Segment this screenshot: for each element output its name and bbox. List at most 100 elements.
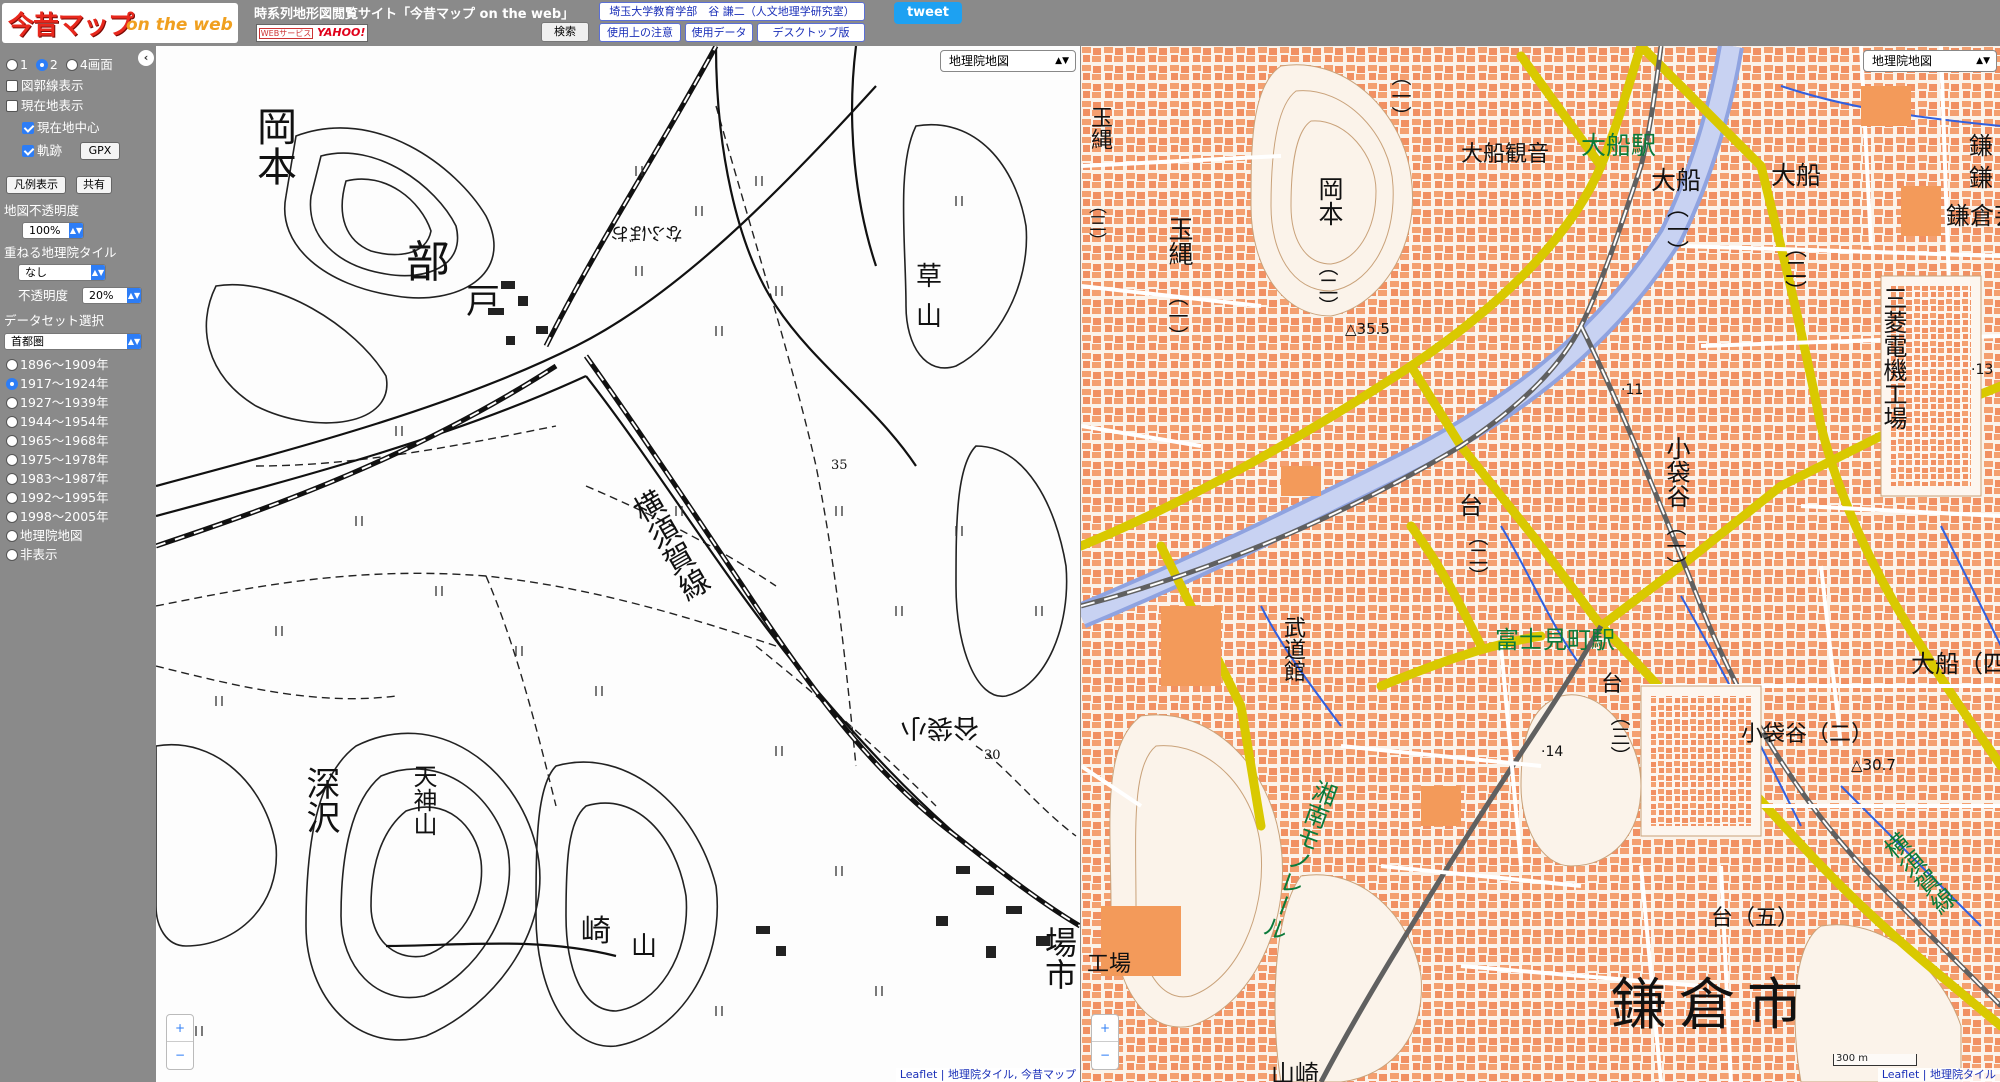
screen-4-label: 4画面 bbox=[79, 57, 113, 72]
period-radio[interactable] bbox=[6, 454, 18, 466]
scale-bar: 300 m bbox=[1833, 1054, 1917, 1066]
chevron-updown-icon: ▲▼ bbox=[69, 223, 83, 238]
period-option-1917[interactable]: 1917～1924年 bbox=[6, 375, 109, 392]
data-link[interactable]: 使用データ bbox=[685, 23, 753, 42]
period-radio[interactable] bbox=[6, 511, 18, 523]
period-radio[interactable] bbox=[6, 473, 18, 485]
gpx-button[interactable]: GPX bbox=[80, 142, 120, 160]
right-layer-select[interactable]: 地理院地図 ▲▼ bbox=[1863, 50, 1997, 72]
period-radio[interactable] bbox=[6, 492, 18, 504]
map-label-kama-1: 鎌 bbox=[1969, 132, 1993, 160]
overlay-tile-value: なし bbox=[25, 266, 47, 279]
dataset-value: 首都圏 bbox=[11, 335, 44, 348]
map-label-elev35: 35 bbox=[831, 458, 848, 473]
map-label-kamakura-city: 鎌倉市 bbox=[1611, 973, 1815, 1038]
screen-4-radio[interactable] bbox=[65, 59, 78, 71]
map-label-kama-2: 鎌 bbox=[1969, 164, 1993, 192]
historical-map-pane[interactable]: 岡本 部 戸 草 山 なふぼお 横須賀線 谷袋小 深沢 天神山 崎 山 場市 3… bbox=[156, 46, 1080, 1082]
map-label-tamanawa-edge: 玉縄 bbox=[1087, 106, 1112, 150]
screen-count-selector: 1 2 4画面 bbox=[6, 56, 113, 73]
yahoo-logo[interactable]: YAHOO! bbox=[317, 26, 365, 39]
right-zoom-out-button[interactable]: − bbox=[1092, 1042, 1118, 1069]
author-link[interactable]: 埼玉大学教育学部 谷 謙二（人文地理学研究室） bbox=[599, 2, 865, 21]
left-zoom-out-button[interactable]: − bbox=[167, 1042, 193, 1069]
period-option-1983[interactable]: 1983～1987年 bbox=[6, 470, 109, 487]
map-label-elev307: △30.7 bbox=[1851, 756, 1896, 774]
map-label-okamoto: 岡本 bbox=[1315, 176, 1344, 226]
search-button[interactable]: 検索 bbox=[541, 22, 589, 42]
map-label-to: 戸 bbox=[466, 282, 500, 322]
map-label-elev14: ·14 bbox=[1541, 744, 1564, 760]
period-radio[interactable] bbox=[6, 359, 18, 371]
sidebar: ‹ 1 2 4画面 図郭線表示 現在地表示 現在地中心 軌跡 GPX 凡例表示 … bbox=[0, 46, 156, 1082]
tweet-button[interactable]: tweet bbox=[894, 2, 962, 24]
map-label-fujimicho-station: 富士見町駅 bbox=[1495, 626, 1615, 654]
map-label-ofuna-2: 大船 bbox=[1771, 161, 1822, 190]
map-label-kobukuroya-2: 小袋谷（二） bbox=[1741, 722, 1874, 747]
map-label-kobukuroya: 小袋谷 bbox=[1662, 436, 1690, 508]
map-label-dai-3: 台 bbox=[1601, 672, 1624, 697]
map-label-okamoto: 岡本 bbox=[250, 106, 296, 186]
left-zoom-in-button[interactable]: + bbox=[167, 1015, 193, 1042]
desktop-version-link[interactable]: デスクトップ版 bbox=[757, 23, 865, 42]
map-label-kamakura-ei: 鎌倉芸 bbox=[1946, 202, 2000, 230]
current-location-checkbox[interactable] bbox=[6, 100, 18, 112]
map-label-saki: 崎 bbox=[581, 914, 611, 949]
chevron-updown-icon: ▲▼ bbox=[91, 265, 105, 280]
overlay-tile-title: 重ねる地理院タイル bbox=[4, 245, 117, 260]
legend-button[interactable]: 凡例表示 bbox=[6, 176, 66, 194]
share-button[interactable]: 共有 bbox=[76, 176, 112, 194]
period-radio[interactable] bbox=[6, 416, 18, 428]
left-attribution[interactable]: Leaflet | 地理院タイル, 今昔マップ bbox=[895, 1068, 1080, 1082]
overlay-opacity-select[interactable]: 20% ▲▼ bbox=[82, 287, 142, 304]
left-zoom-control: + − bbox=[166, 1014, 194, 1070]
period-label: 1992～1995年 bbox=[20, 490, 109, 505]
grid-lines-option[interactable]: 図郭線表示 bbox=[6, 77, 84, 94]
map-label-naobeto: なふぼお bbox=[611, 222, 683, 243]
period-radio[interactable] bbox=[6, 530, 18, 542]
period-radio[interactable] bbox=[6, 378, 18, 390]
period-option-1896[interactable]: 1896～1909年 bbox=[6, 356, 109, 373]
period-radio[interactable] bbox=[6, 435, 18, 447]
dataset-select[interactable]: 首都圏 ▲▼ bbox=[4, 333, 142, 350]
screen-1-label: 1 bbox=[20, 57, 28, 72]
map-label-okamoto-chome: （二） bbox=[1315, 256, 1339, 316]
caution-link[interactable]: 使用上の注意 bbox=[599, 23, 681, 42]
grid-lines-checkbox[interactable] bbox=[6, 80, 18, 92]
collapse-sidebar-button[interactable]: ‹ bbox=[138, 50, 154, 66]
period-option-hidden[interactable]: 非表示 bbox=[6, 546, 58, 563]
screen-2-radio[interactable] bbox=[35, 59, 48, 71]
period-option-1927[interactable]: 1927～1939年 bbox=[6, 394, 109, 411]
map-label-ofuna-chome-1: （一） bbox=[1663, 196, 1688, 262]
right-attribution[interactable]: Leaflet | 地理院タイル bbox=[1877, 1068, 2000, 1082]
period-option-1975[interactable]: 1975～1978年 bbox=[6, 451, 109, 468]
chevron-updown-icon: ▲▼ bbox=[127, 334, 141, 349]
period-radio[interactable] bbox=[6, 397, 18, 409]
center-location-checkbox[interactable] bbox=[22, 122, 34, 134]
web-service-badge[interactable]: WEBサービス bbox=[259, 28, 313, 39]
period-radio[interactable] bbox=[6, 549, 18, 561]
period-label: 1983～1987年 bbox=[20, 471, 109, 486]
map-label-ofuna-right: 大船（四 bbox=[1911, 650, 2000, 678]
period-option-gsi[interactable]: 地理院地図 bbox=[6, 527, 83, 544]
overlay-tile-select[interactable]: なし ▲▼ bbox=[18, 264, 106, 281]
screen-1-radio[interactable] bbox=[6, 59, 18, 71]
modern-map-graphics bbox=[1081, 46, 2000, 1082]
map-label-elev355: △35.5 bbox=[1345, 320, 1390, 338]
site-logo[interactable]: 今昔マップ on the web bbox=[2, 3, 238, 43]
right-zoom-in-button[interactable]: + bbox=[1092, 1015, 1118, 1042]
period-option-1944[interactable]: 1944～1954年 bbox=[6, 413, 109, 430]
current-location-option[interactable]: 現在地表示 bbox=[6, 97, 84, 114]
current-location-label: 現在地表示 bbox=[21, 98, 84, 113]
map-opacity-select[interactable]: 100% ▲▼ bbox=[22, 222, 84, 239]
period-option-1965[interactable]: 1965～1968年 bbox=[6, 432, 109, 449]
period-option-1998[interactable]: 1998～2005年 bbox=[6, 508, 109, 525]
center-location-option[interactable]: 現在地中心 bbox=[22, 119, 100, 136]
period-option-1992[interactable]: 1992～1995年 bbox=[6, 489, 109, 506]
service-badges[interactable]: WEBサービス YAHOO! bbox=[256, 24, 368, 42]
track-option[interactable]: 軌跡 bbox=[22, 142, 62, 159]
site-title: 時系列地形図閲覧サイト「今昔マップ on the web」 bbox=[254, 7, 575, 22]
modern-map-pane[interactable]: 大船観音 大船駅 大船 （一） 大船 （二） 鎌倉芸 鎌 鎌 岡本 （二） 玉縄… bbox=[1080, 46, 2000, 1082]
track-checkbox[interactable] bbox=[22, 145, 34, 157]
left-layer-select[interactable]: 地理院地図 ▲▼ bbox=[940, 50, 1076, 72]
